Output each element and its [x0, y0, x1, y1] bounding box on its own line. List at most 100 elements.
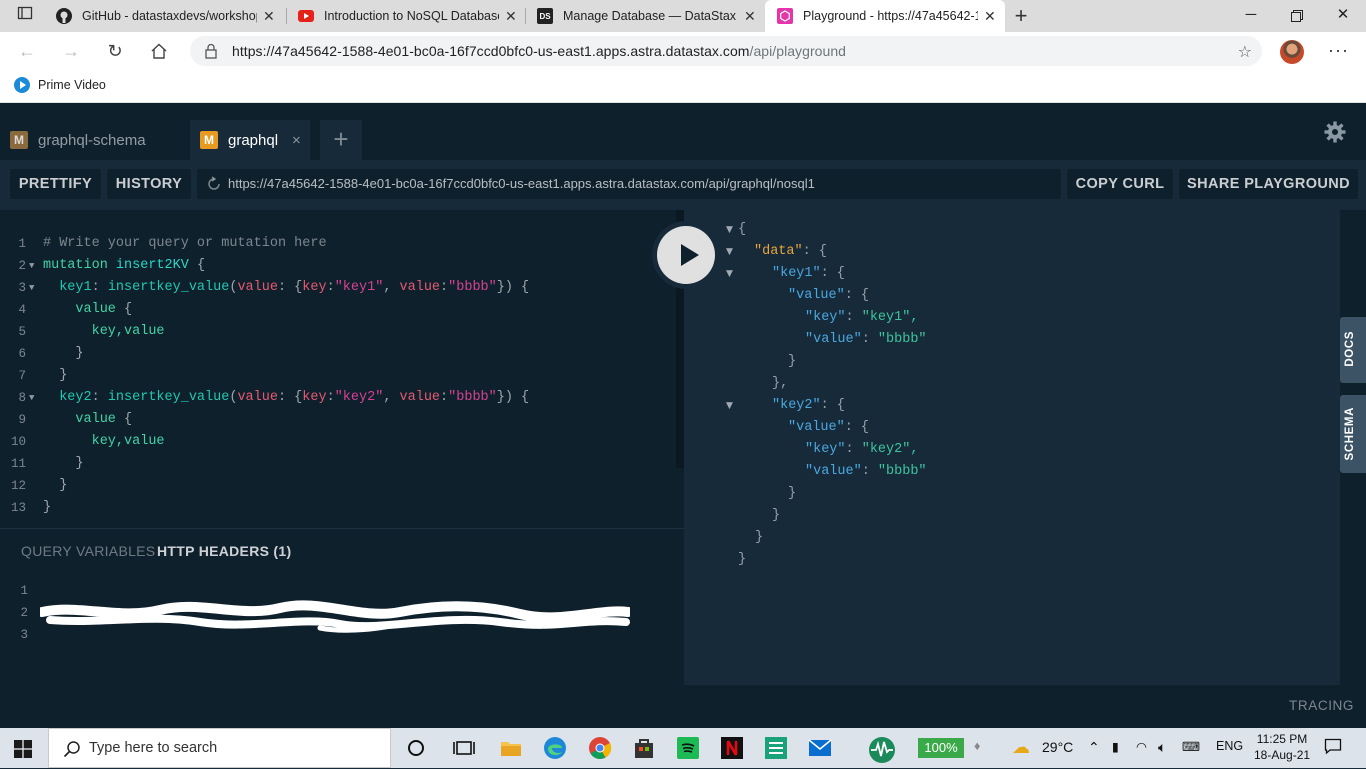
taskbar-search-input[interactable]: Type here to search	[48, 728, 391, 768]
result-line: {	[738, 219, 746, 241]
keyboard-icon[interactable]: ⌨	[1182, 739, 1200, 754]
close-icon[interactable]: ✕	[263, 8, 275, 25]
punct: }	[755, 530, 764, 545]
new-tab-icon[interactable]: +	[1006, 4, 1036, 28]
cortana-icon[interactable]	[404, 736, 428, 760]
tab-graphql-schema[interactable]: M graphql-schema	[0, 120, 180, 160]
back-icon[interactable]: ←	[16, 40, 38, 62]
more-menu-icon[interactable]: ···	[1328, 40, 1348, 62]
docs-tab[interactable]: DOCS	[1340, 317, 1366, 383]
field-name: value	[75, 412, 116, 427]
browser-tab-youtube[interactable]: Introduction to NoSQL Database ✕	[286, 0, 524, 32]
code-line: 1 # Write your query or mutation here	[0, 233, 684, 255]
punct: : {	[844, 288, 870, 303]
add-favorite-icon[interactable]: ☆	[1238, 42, 1252, 62]
browser-tab-playground[interactable]: Playground - https://47a45642-1 ✕	[765, 0, 1005, 32]
json-key: "key"	[805, 442, 846, 457]
line-number: 9	[18, 413, 26, 427]
gear-icon[interactable]	[1323, 120, 1347, 144]
fold-arrow-icon[interactable]: ▼	[726, 219, 736, 241]
task-view-icon[interactable]	[452, 736, 476, 760]
battery-indicator[interactable]: 100%	[918, 738, 964, 758]
tab-query-variables[interactable]: QUERY VARIABLES	[21, 543, 155, 559]
lock-icon[interactable]	[204, 43, 218, 64]
notifications-icon[interactable]	[1324, 737, 1342, 758]
close-icon[interactable]: ✕	[984, 8, 996, 25]
code-comment: # Write your query or mutation here	[43, 236, 327, 251]
volume-icon[interactable]: 🔈︎	[1158, 739, 1166, 756]
browser-tab-datastax[interactable]: DS Manage Database — DataStax A ✕	[525, 0, 763, 32]
mail-icon[interactable]	[808, 736, 832, 760]
fold-arrow-icon[interactable]: ▼	[29, 255, 34, 277]
taskbar-clock[interactable]: 11:25 PM 18-Aug-21	[1254, 731, 1310, 763]
weather-temp[interactable]: 29°C	[1042, 739, 1073, 755]
netflix-icon[interactable]	[720, 736, 744, 760]
browser-tab-github[interactable]: GitHub - datastaxdevs/workshop ✕	[44, 0, 284, 32]
chevron-up-icon[interactable]: ⌃	[1088, 739, 1100, 756]
punct: : {	[820, 266, 845, 281]
result-line: }	[772, 505, 780, 527]
browser-tab-title: Playground - https://47a45642-1	[803, 9, 978, 23]
minimize-icon[interactable]: ─	[1228, 0, 1274, 32]
weather-icon[interactable]: ☁	[1012, 737, 1030, 758]
microphone-icon[interactable]: ♦	[974, 739, 980, 753]
arg-name: value	[237, 390, 278, 405]
execute-query-button[interactable]	[652, 221, 720, 289]
close-icon[interactable]: ✕	[505, 8, 517, 25]
chrome-icon[interactable]	[588, 736, 612, 760]
sheets-app-icon[interactable]	[764, 736, 788, 760]
clock-date: 18-Aug-21	[1254, 748, 1311, 762]
language-indicator[interactable]: ENG	[1216, 739, 1243, 753]
close-tab-icon[interactable]: ×	[292, 132, 301, 149]
line-number: 2	[18, 259, 26, 273]
result-line: "data": {	[754, 241, 827, 263]
forward-icon[interactable]: →	[60, 40, 82, 62]
wifi-icon[interactable]: ◠	[1136, 739, 1147, 754]
bookmark-label: Prime Video	[38, 78, 106, 92]
code-line: 13}	[0, 497, 684, 519]
refresh-icon[interactable]: ↻	[104, 40, 126, 62]
json-key: "value"	[805, 332, 862, 347]
tab-http-headers[interactable]: HTTP HEADERS (1)	[157, 543, 291, 559]
graphql-icon	[777, 8, 793, 24]
bookmark-prime-video[interactable]: Prime Video	[14, 77, 106, 93]
result-line: },	[772, 373, 788, 395]
add-tab-button[interactable]: +	[320, 120, 362, 160]
reload-schema-icon[interactable]	[206, 176, 222, 192]
history-button[interactable]: HISTORY	[107, 169, 191, 199]
prettify-button[interactable]: PRETTIFY	[10, 169, 101, 199]
fold-arrow-icon[interactable]: ▼	[726, 395, 736, 417]
activity-monitor-icon[interactable]	[868, 736, 895, 763]
file-explorer-icon[interactable]	[499, 736, 523, 760]
tab-actions-icon[interactable]	[10, 4, 40, 28]
endpoint-input[interactable]: https://47a45642-1588-4e01-bc0a-16f7ccd0…	[197, 169, 1061, 199]
home-icon[interactable]	[148, 40, 170, 62]
spotify-icon[interactable]	[676, 736, 700, 760]
window-close-icon[interactable]: ✕	[1320, 0, 1366, 32]
result-viewer[interactable]: ▼ { ▼ "data": { ▼ "key1": { "value": { "…	[684, 210, 1340, 685]
share-playground-button[interactable]: SHARE PLAYGROUND	[1179, 169, 1358, 199]
tracing-button[interactable]: TRACING	[1289, 698, 1354, 713]
fold-arrow-icon[interactable]: ▼	[726, 241, 736, 263]
code-line: 10 key,value	[0, 431, 684, 453]
battery-icon[interactable]: ▮	[1112, 739, 1119, 754]
close-icon[interactable]: ✕	[744, 8, 756, 25]
fold-arrow-icon[interactable]: ▼	[29, 277, 34, 299]
result-line: "key": "key1",	[805, 310, 919, 325]
json-key: "key2"	[772, 398, 821, 413]
windows-taskbar: Type here to search 100% ♦ ☁ 29°C ⌃ ▮ ◠ …	[0, 728, 1366, 768]
fold-arrow-icon[interactable]: ▼	[29, 387, 34, 409]
youtube-icon	[298, 8, 314, 24]
url-field[interactable]: https://47a45642-1588-4e01-bc0a-16f7ccd0…	[190, 36, 1262, 66]
avatar[interactable]	[1280, 40, 1304, 64]
copy-curl-button[interactable]: COPY CURL	[1067, 169, 1173, 199]
store-icon[interactable]	[632, 736, 656, 760]
query-editor[interactable]: 1 # Write your query or mutation here 2 ▼ m…	[0, 210, 684, 528]
schema-tab[interactable]: SCHEMA	[1340, 395, 1366, 473]
windows-start-icon[interactable]	[14, 740, 32, 758]
fold-arrow-icon[interactable]: ▼	[726, 263, 736, 285]
edge-icon[interactable]	[543, 736, 567, 760]
address-bar-row: ← → ↻ https://47a45642-1588-4e01-bc0a-16…	[0, 32, 1366, 70]
restore-icon[interactable]	[1274, 0, 1320, 32]
tab-graphql[interactable]: M graphql ×	[190, 120, 310, 160]
